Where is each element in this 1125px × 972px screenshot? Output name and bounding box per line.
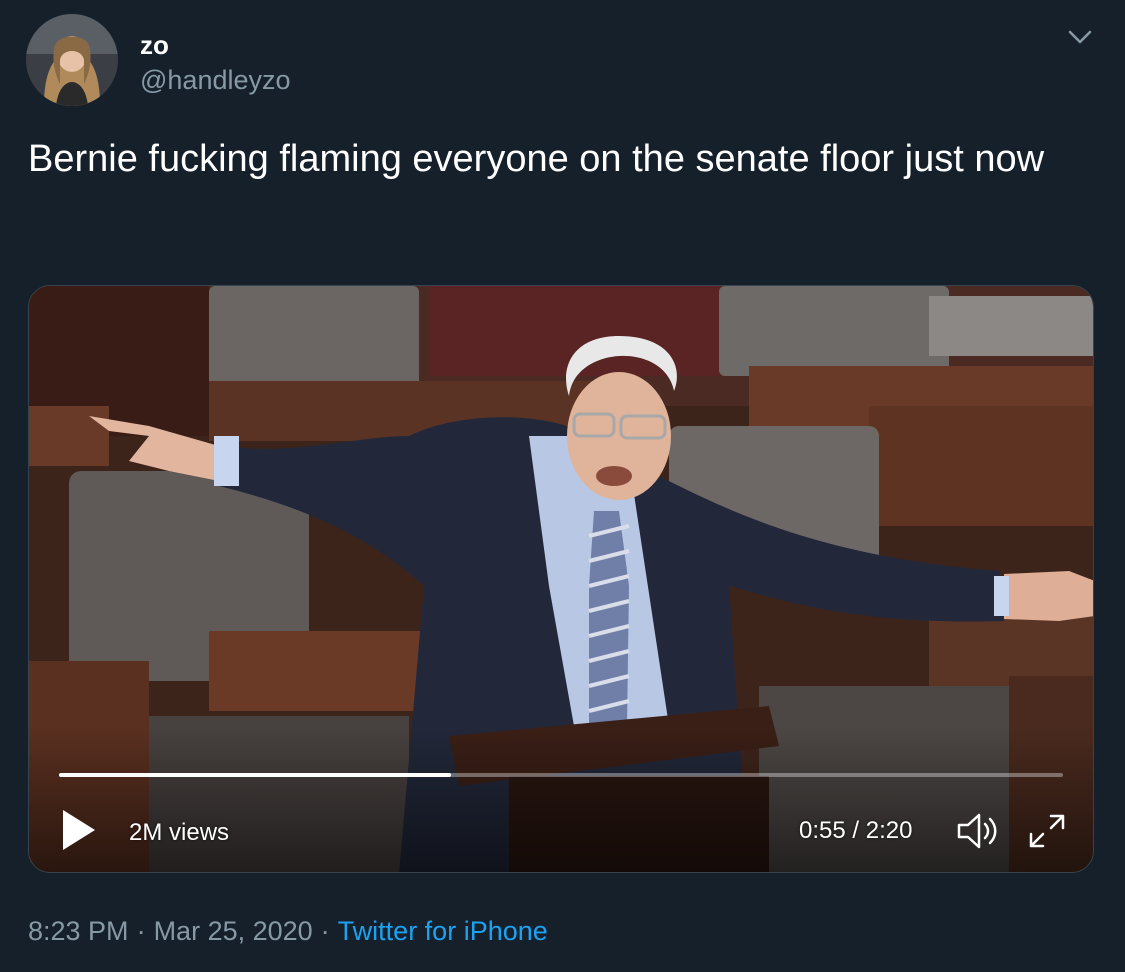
chevron-down-icon[interactable] [1062,22,1098,52]
profile-photo-icon [26,14,118,106]
video-time: 0:55 / 2:20 [799,817,913,844]
tweet-card: zo @handleyzo Bernie fucking flaming eve… [0,0,1125,972]
avatar[interactable] [26,14,118,106]
progress-bar[interactable] [59,773,1063,777]
tweet-time[interactable]: 8:23 PM [28,916,129,946]
view-count: 2M views [129,819,230,846]
display-name[interactable]: zo [140,30,169,60]
tweet-source-link[interactable]: Twitter for iPhone [338,916,548,946]
tweet-footer: 8:23 PM · Mar 25, 2020 · Twitter for iPhone [28,914,548,948]
tweet-text: Bernie fucking flaming everyone on the s… [28,138,1045,180]
separator: · [136,916,146,946]
separator: · [320,916,330,946]
volume-icon[interactable] [953,810,1003,852]
user-handle[interactable]: @handleyzo [140,64,291,96]
video-frame [29,286,1093,872]
tweet-date[interactable]: Mar 25, 2020 [154,916,313,946]
progress-fill [59,773,451,777]
video-player[interactable]: 2M views 0:55 / 2:20 [28,285,1094,873]
fullscreen-icon[interactable] [1025,810,1069,852]
play-icon[interactable] [59,808,99,852]
